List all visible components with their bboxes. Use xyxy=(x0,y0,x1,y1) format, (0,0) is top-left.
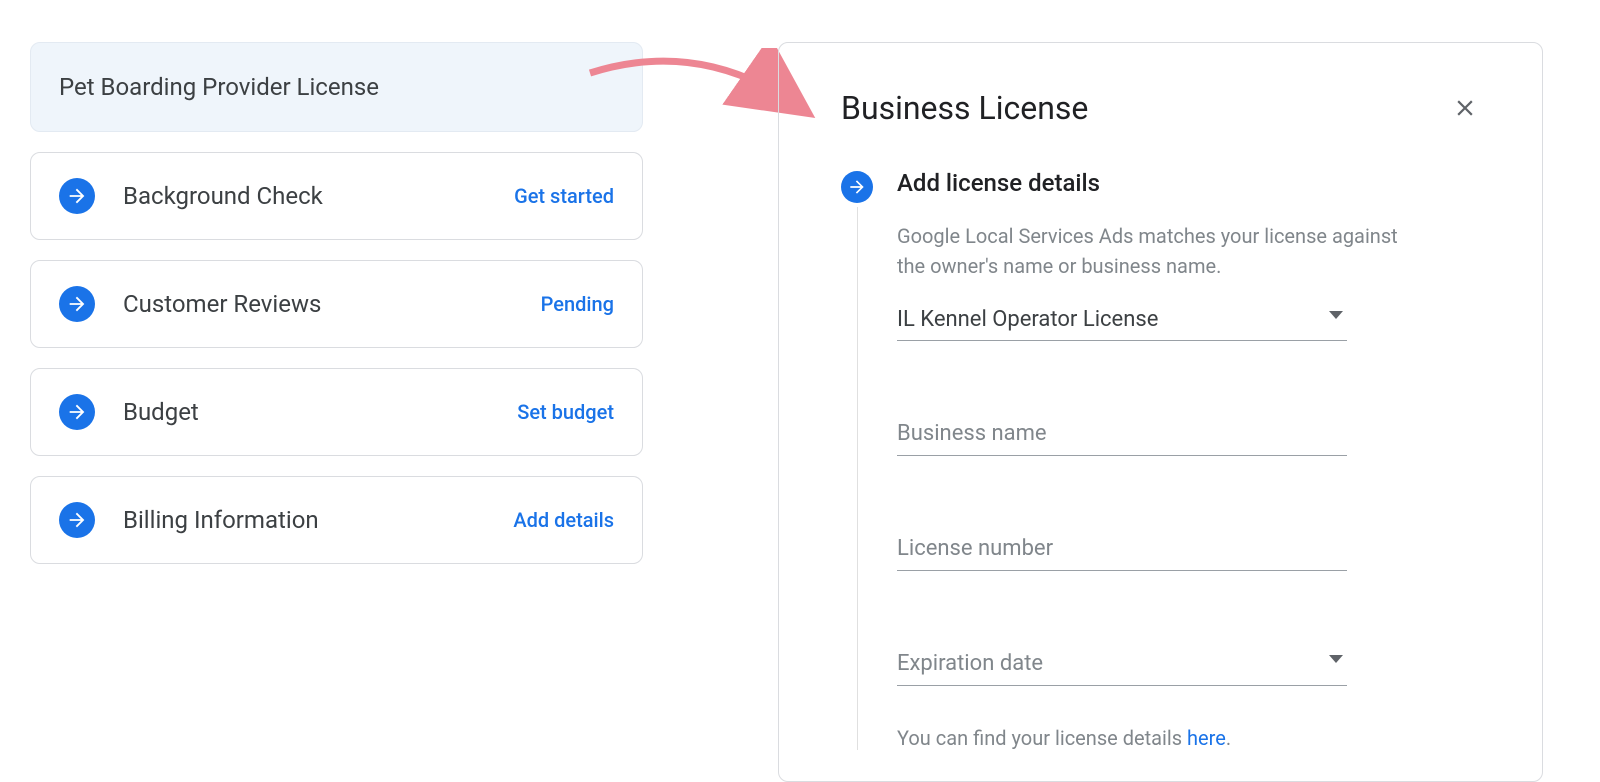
step-label: Billing Information xyxy=(123,506,513,534)
license-header-card[interactable]: Pet Boarding Provider License xyxy=(30,42,643,132)
business-name-field[interactable]: Business name xyxy=(897,413,1347,456)
license-type-value: IL Kennel Operator License xyxy=(897,299,1347,341)
step-action-link[interactable]: Pending xyxy=(541,292,614,316)
license-details-link[interactable]: here xyxy=(1187,726,1226,750)
license-type-select[interactable]: IL Kennel Operator License xyxy=(897,299,1347,341)
close-icon[interactable] xyxy=(1450,93,1480,123)
step-action-link[interactable]: Set budget xyxy=(517,400,614,424)
step-card-billing-information[interactable]: Billing Information Add details xyxy=(30,476,643,564)
business-license-panel: Business License Add license details Goo… xyxy=(778,42,1543,782)
step-label: Customer Reviews xyxy=(123,290,541,318)
expiration-date-select[interactable]: Expiration date xyxy=(897,643,1347,686)
step-card-customer-reviews[interactable]: Customer Reviews Pending xyxy=(30,260,643,348)
step-card-background-check[interactable]: Background Check Get started xyxy=(30,152,643,240)
chevron-down-icon xyxy=(1329,655,1343,663)
business-name-input[interactable] xyxy=(897,413,1347,456)
add-license-section: Add license details Google Local Service… xyxy=(841,169,1480,750)
license-number-input[interactable] xyxy=(897,528,1347,571)
arrow-right-circle-icon xyxy=(59,502,95,538)
footer-help-text: You can find your license details here. xyxy=(897,726,1480,750)
chevron-down-icon xyxy=(1329,311,1343,319)
step-action-link[interactable]: Get started xyxy=(514,184,614,208)
onboarding-steps-panel: Pet Boarding Provider License Background… xyxy=(30,42,643,584)
arrow-right-circle-icon xyxy=(841,171,873,203)
section-heading: Add license details xyxy=(897,169,1480,197)
step-card-budget[interactable]: Budget Set budget xyxy=(30,368,643,456)
arrow-right-circle-icon xyxy=(59,178,95,214)
arrow-right-circle-icon xyxy=(59,394,95,430)
expiration-date-input[interactable] xyxy=(897,643,1347,686)
panel-title: Business License xyxy=(841,89,1088,127)
timeline-line xyxy=(857,207,858,750)
step-action-link[interactable]: Add details xyxy=(513,508,614,532)
step-label: Budget xyxy=(123,398,517,426)
section-description: Google Local Services Ads matches your l… xyxy=(897,221,1407,281)
license-header-title: Pet Boarding Provider License xyxy=(59,73,379,101)
panel-header: Business License xyxy=(841,89,1480,127)
license-number-field[interactable]: License number xyxy=(897,528,1347,571)
step-label: Background Check xyxy=(123,182,514,210)
arrow-right-circle-icon xyxy=(59,286,95,322)
